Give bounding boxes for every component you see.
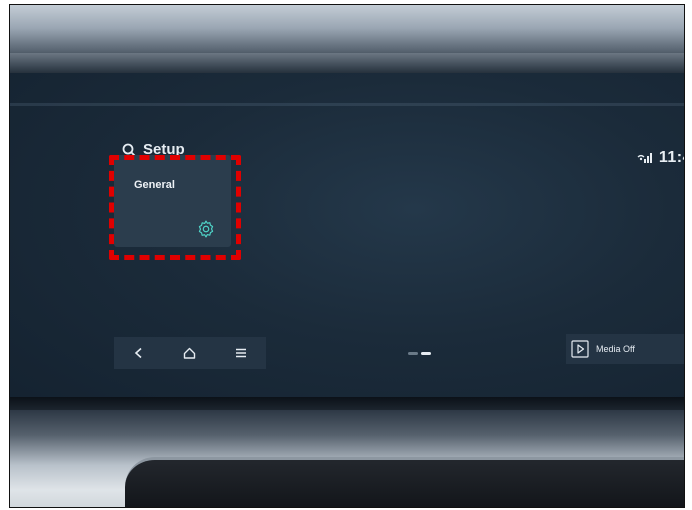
page-dot-inactive [408,352,418,355]
menu-icon [235,348,246,358]
general-card-label: General [134,179,175,191]
photo-frame: Setup 11:4 General [9,4,685,508]
status-bar: 11:4 [637,149,684,167]
clock: 11:4 [658,149,684,166]
screen-glare [10,103,684,106]
gear-icon [198,220,214,238]
media-widget[interactable]: Media Off [566,334,684,364]
page-indicator [408,352,431,355]
bottom-nav-bar [114,337,266,369]
menu-button[interactable] [229,341,253,365]
home-button[interactable] [178,341,202,365]
media-status-label: Media Off [596,344,635,354]
general-settings-card[interactable]: General [114,155,231,247]
play-icon [571,340,589,358]
page-dot-active [421,352,431,355]
air-vent [125,457,684,507]
signal-icon [637,153,652,163]
back-button[interactable] [127,341,151,365]
home-icon [184,347,196,359]
chevron-left-icon [135,347,142,359]
